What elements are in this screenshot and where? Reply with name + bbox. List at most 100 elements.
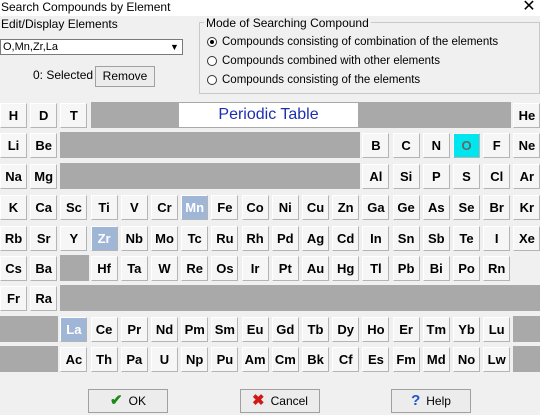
element-ce[interactable]: Ce (90, 317, 118, 342)
element-mo[interactable]: Mo (151, 226, 178, 251)
element-ba[interactable]: Ba (30, 256, 58, 281)
element-tm[interactable]: Tm (422, 317, 450, 342)
element-ho[interactable]: Ho (362, 317, 390, 342)
element-be[interactable]: Be (30, 133, 58, 158)
element-u[interactable]: U (151, 347, 178, 372)
element-ta[interactable]: Ta (120, 256, 148, 281)
element-fm[interactable]: Fm (392, 347, 420, 372)
element-hg[interactable]: Hg (332, 256, 360, 281)
element-s[interactable]: S (453, 164, 480, 189)
element-cs[interactable]: Cs (0, 256, 27, 281)
element-eu[interactable]: Eu (241, 317, 269, 342)
element-f[interactable]: F (483, 133, 511, 158)
element-er[interactable]: Er (392, 317, 420, 342)
element-w[interactable]: W (151, 256, 178, 281)
element-rn[interactable]: Rn (483, 256, 511, 281)
mode-option-consisting-of[interactable]: Compounds consisting of the elements (207, 72, 420, 88)
element-zn[interactable]: Zn (332, 195, 360, 220)
element-k[interactable]: K (0, 195, 27, 220)
element-pt[interactable]: Pt (271, 256, 299, 281)
element-in[interactable]: In (362, 226, 390, 251)
element-lw[interactable]: Lw (483, 347, 511, 372)
element-hf[interactable]: Hf (90, 256, 118, 281)
mode-option-combined-with-others[interactable]: Compounds combined with other elements (207, 53, 440, 69)
element-fr[interactable]: Fr (0, 286, 27, 311)
element-np[interactable]: Np (181, 347, 209, 372)
element-y[interactable]: Y (60, 226, 88, 251)
element-he[interactable]: He (513, 103, 540, 128)
element-es[interactable]: Es (362, 347, 390, 372)
element-se[interactable]: Se (453, 195, 480, 220)
element-ir[interactable]: Ir (241, 256, 269, 281)
element-cu[interactable]: Cu (302, 195, 329, 220)
elements-combobox[interactable]: O,Mn,Zr,La ▼ (0, 39, 183, 55)
close-icon[interactable]: ✕ (518, 0, 540, 16)
element-la[interactable]: La (60, 317, 88, 342)
element-dy[interactable]: Dy (332, 317, 360, 342)
chevron-down-icon[interactable]: ▼ (167, 40, 182, 54)
radio-button[interactable] (207, 56, 217, 66)
elements-combobox-value[interactable]: O,Mn,Zr,La (3, 41, 58, 54)
element-fe[interactable]: Fe (211, 195, 239, 220)
element-ag[interactable]: Ag (302, 226, 329, 251)
element-no[interactable]: No (453, 347, 480, 372)
element-al[interactable]: Al (362, 164, 390, 189)
element-p[interactable]: P (422, 164, 450, 189)
element-ar[interactable]: Ar (513, 164, 540, 189)
element-th[interactable]: Th (90, 347, 118, 372)
element-md[interactable]: Md (422, 347, 450, 372)
ok-button[interactable]: ✔ OK (88, 389, 168, 413)
element-sc[interactable]: Sc (60, 195, 88, 220)
element-cm[interactable]: Cm (271, 347, 299, 372)
element-ne[interactable]: Ne (513, 133, 540, 158)
element-gd[interactable]: Gd (271, 317, 299, 342)
element-t[interactable]: T (60, 103, 88, 128)
element-zr[interactable]: Zr (90, 226, 118, 251)
element-ti[interactable]: Ti (90, 195, 118, 220)
element-sm[interactable]: Sm (211, 317, 239, 342)
element-ni[interactable]: Ni (271, 195, 299, 220)
element-sb[interactable]: Sb (422, 226, 450, 251)
element-ca[interactable]: Ca (30, 195, 58, 220)
element-au[interactable]: Au (302, 256, 329, 281)
mode-option-combination[interactable]: Compounds consisting of combination of t… (207, 34, 498, 50)
element-kr[interactable]: Kr (513, 195, 540, 220)
element-na[interactable]: Na (0, 164, 27, 189)
element-re[interactable]: Re (181, 256, 209, 281)
element-d[interactable]: D (30, 103, 58, 128)
element-am[interactable]: Am (241, 347, 269, 372)
element-i[interactable]: I (483, 226, 511, 251)
cancel-button[interactable]: ✖ Cancel (240, 389, 320, 413)
element-rb[interactable]: Rb (0, 226, 27, 251)
element-tc[interactable]: Tc (181, 226, 209, 251)
element-li[interactable]: Li (0, 133, 27, 158)
element-pr[interactable]: Pr (120, 317, 148, 342)
element-bk[interactable]: Bk (302, 347, 329, 372)
element-xe[interactable]: Xe (513, 226, 540, 251)
element-ru[interactable]: Ru (211, 226, 239, 251)
element-o[interactable]: O (453, 133, 480, 158)
element-tb[interactable]: Tb (302, 317, 329, 342)
element-pb[interactable]: Pb (392, 256, 420, 281)
radio-button[interactable] (207, 37, 217, 47)
element-nb[interactable]: Nb (120, 226, 148, 251)
element-b[interactable]: B (362, 133, 390, 158)
element-pd[interactable]: Pd (271, 226, 299, 251)
element-as[interactable]: As (422, 195, 450, 220)
element-rh[interactable]: Rh (241, 226, 269, 251)
element-pa[interactable]: Pa (120, 347, 148, 372)
radio-button[interactable] (207, 75, 217, 85)
element-ge[interactable]: Ge (392, 195, 420, 220)
element-cd[interactable]: Cd (332, 226, 360, 251)
element-co[interactable]: Co (241, 195, 269, 220)
help-button[interactable]: ? Help (391, 389, 471, 413)
element-cf[interactable]: Cf (332, 347, 360, 372)
element-te[interactable]: Te (453, 226, 480, 251)
element-mn[interactable]: Mn (181, 195, 209, 220)
element-pu[interactable]: Pu (211, 347, 239, 372)
element-lu[interactable]: Lu (483, 317, 511, 342)
element-cl[interactable]: Cl (483, 164, 511, 189)
element-h[interactable]: H (0, 103, 27, 128)
element-ac[interactable]: Ac (60, 347, 88, 372)
element-yb[interactable]: Yb (453, 317, 480, 342)
